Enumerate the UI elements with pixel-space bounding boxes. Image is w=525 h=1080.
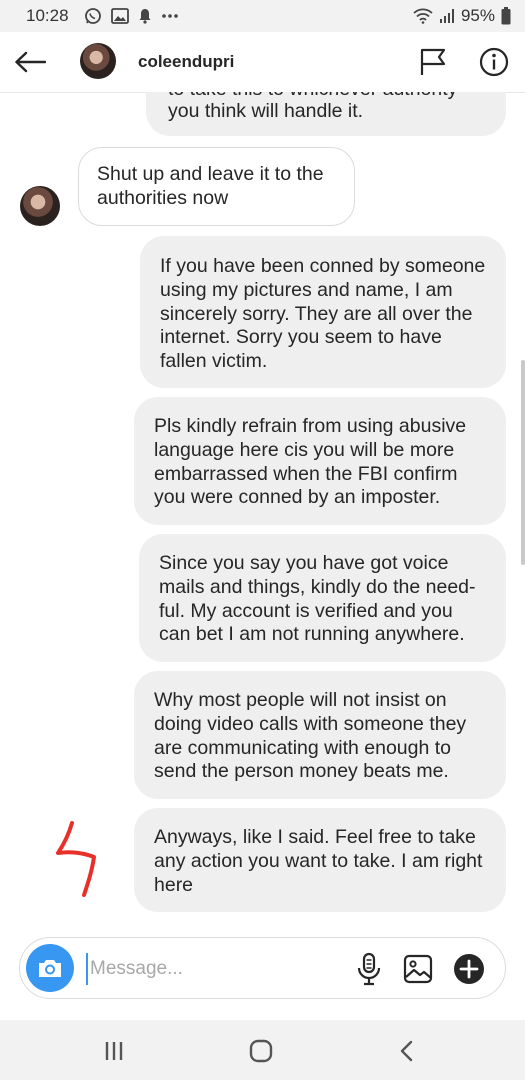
- battery-icon: [501, 7, 511, 25]
- avatar[interactable]: [80, 43, 116, 79]
- system-navigation-bar: [0, 1020, 525, 1080]
- back-arrow-icon: [15, 51, 46, 73]
- handwritten-annotation: [56, 821, 96, 897]
- plus-icon: [454, 954, 484, 984]
- conversation-header: coleendupri: [0, 32, 525, 93]
- status-bar: 10:28 95%: [0, 0, 525, 32]
- sent-message[interactable]: Since you say you have got voice mails a…: [139, 534, 506, 662]
- sent-message[interactable]: Pls kindly refrain from using abusive la…: [134, 397, 506, 525]
- scrollbar[interactable]: [521, 360, 525, 565]
- signal-icon: [439, 9, 454, 23]
- battery-percent: 95%: [460, 6, 495, 25]
- flag-button[interactable]: [417, 46, 449, 78]
- microphone-icon: [357, 952, 381, 986]
- info-button[interactable]: [478, 46, 510, 78]
- status-notification-icons: [84, 7, 179, 25]
- status-time: 10:28: [26, 6, 69, 25]
- partial-message-text: you think will handle it.: [168, 100, 364, 122]
- partial-message-cut-line: to take this to whichever authority: [168, 92, 457, 102]
- notification-icon: [139, 9, 151, 24]
- nav-back-icon: [400, 1040, 413, 1062]
- sent-message[interactable]: Anyways, like I said. Feel free to take …: [134, 808, 506, 912]
- more-options-button[interactable]: [453, 953, 485, 985]
- sent-message[interactable]: Why most people will not insist on doing…: [134, 671, 506, 799]
- sent-message-partial[interactable]: to take this to whichever authority you …: [146, 92, 506, 136]
- sender-avatar[interactable]: [20, 186, 60, 226]
- conversation-username[interactable]: coleendupri: [138, 52, 234, 72]
- home-button[interactable]: [247, 1037, 275, 1065]
- nav-back-button[interactable]: [393, 1037, 421, 1065]
- gallery-icon: [403, 954, 433, 984]
- message-composer: [19, 937, 506, 999]
- status-system-icons: 95%: [413, 6, 511, 26]
- image-icon: [111, 8, 129, 24]
- more-icon: [162, 14, 178, 18]
- recent-apps-icon: [105, 1042, 123, 1060]
- message-input[interactable]: [86, 953, 342, 985]
- voice-message-button[interactable]: [353, 952, 385, 986]
- received-message[interactable]: Shut up and leave it to the authorities …: [78, 147, 355, 226]
- recent-apps-button[interactable]: [100, 1037, 128, 1065]
- camera-icon: [39, 960, 61, 977]
- flag-icon: [420, 48, 446, 75]
- back-button[interactable]: [12, 44, 48, 80]
- sent-message[interactable]: If you have been conned by someone using…: [140, 236, 506, 388]
- camera-button[interactable]: [26, 944, 74, 992]
- gallery-button[interactable]: [402, 953, 434, 985]
- whatsapp-icon: [85, 8, 101, 24]
- home-icon: [249, 1039, 273, 1063]
- wifi-icon: [413, 8, 433, 24]
- info-icon: [479, 47, 509, 77]
